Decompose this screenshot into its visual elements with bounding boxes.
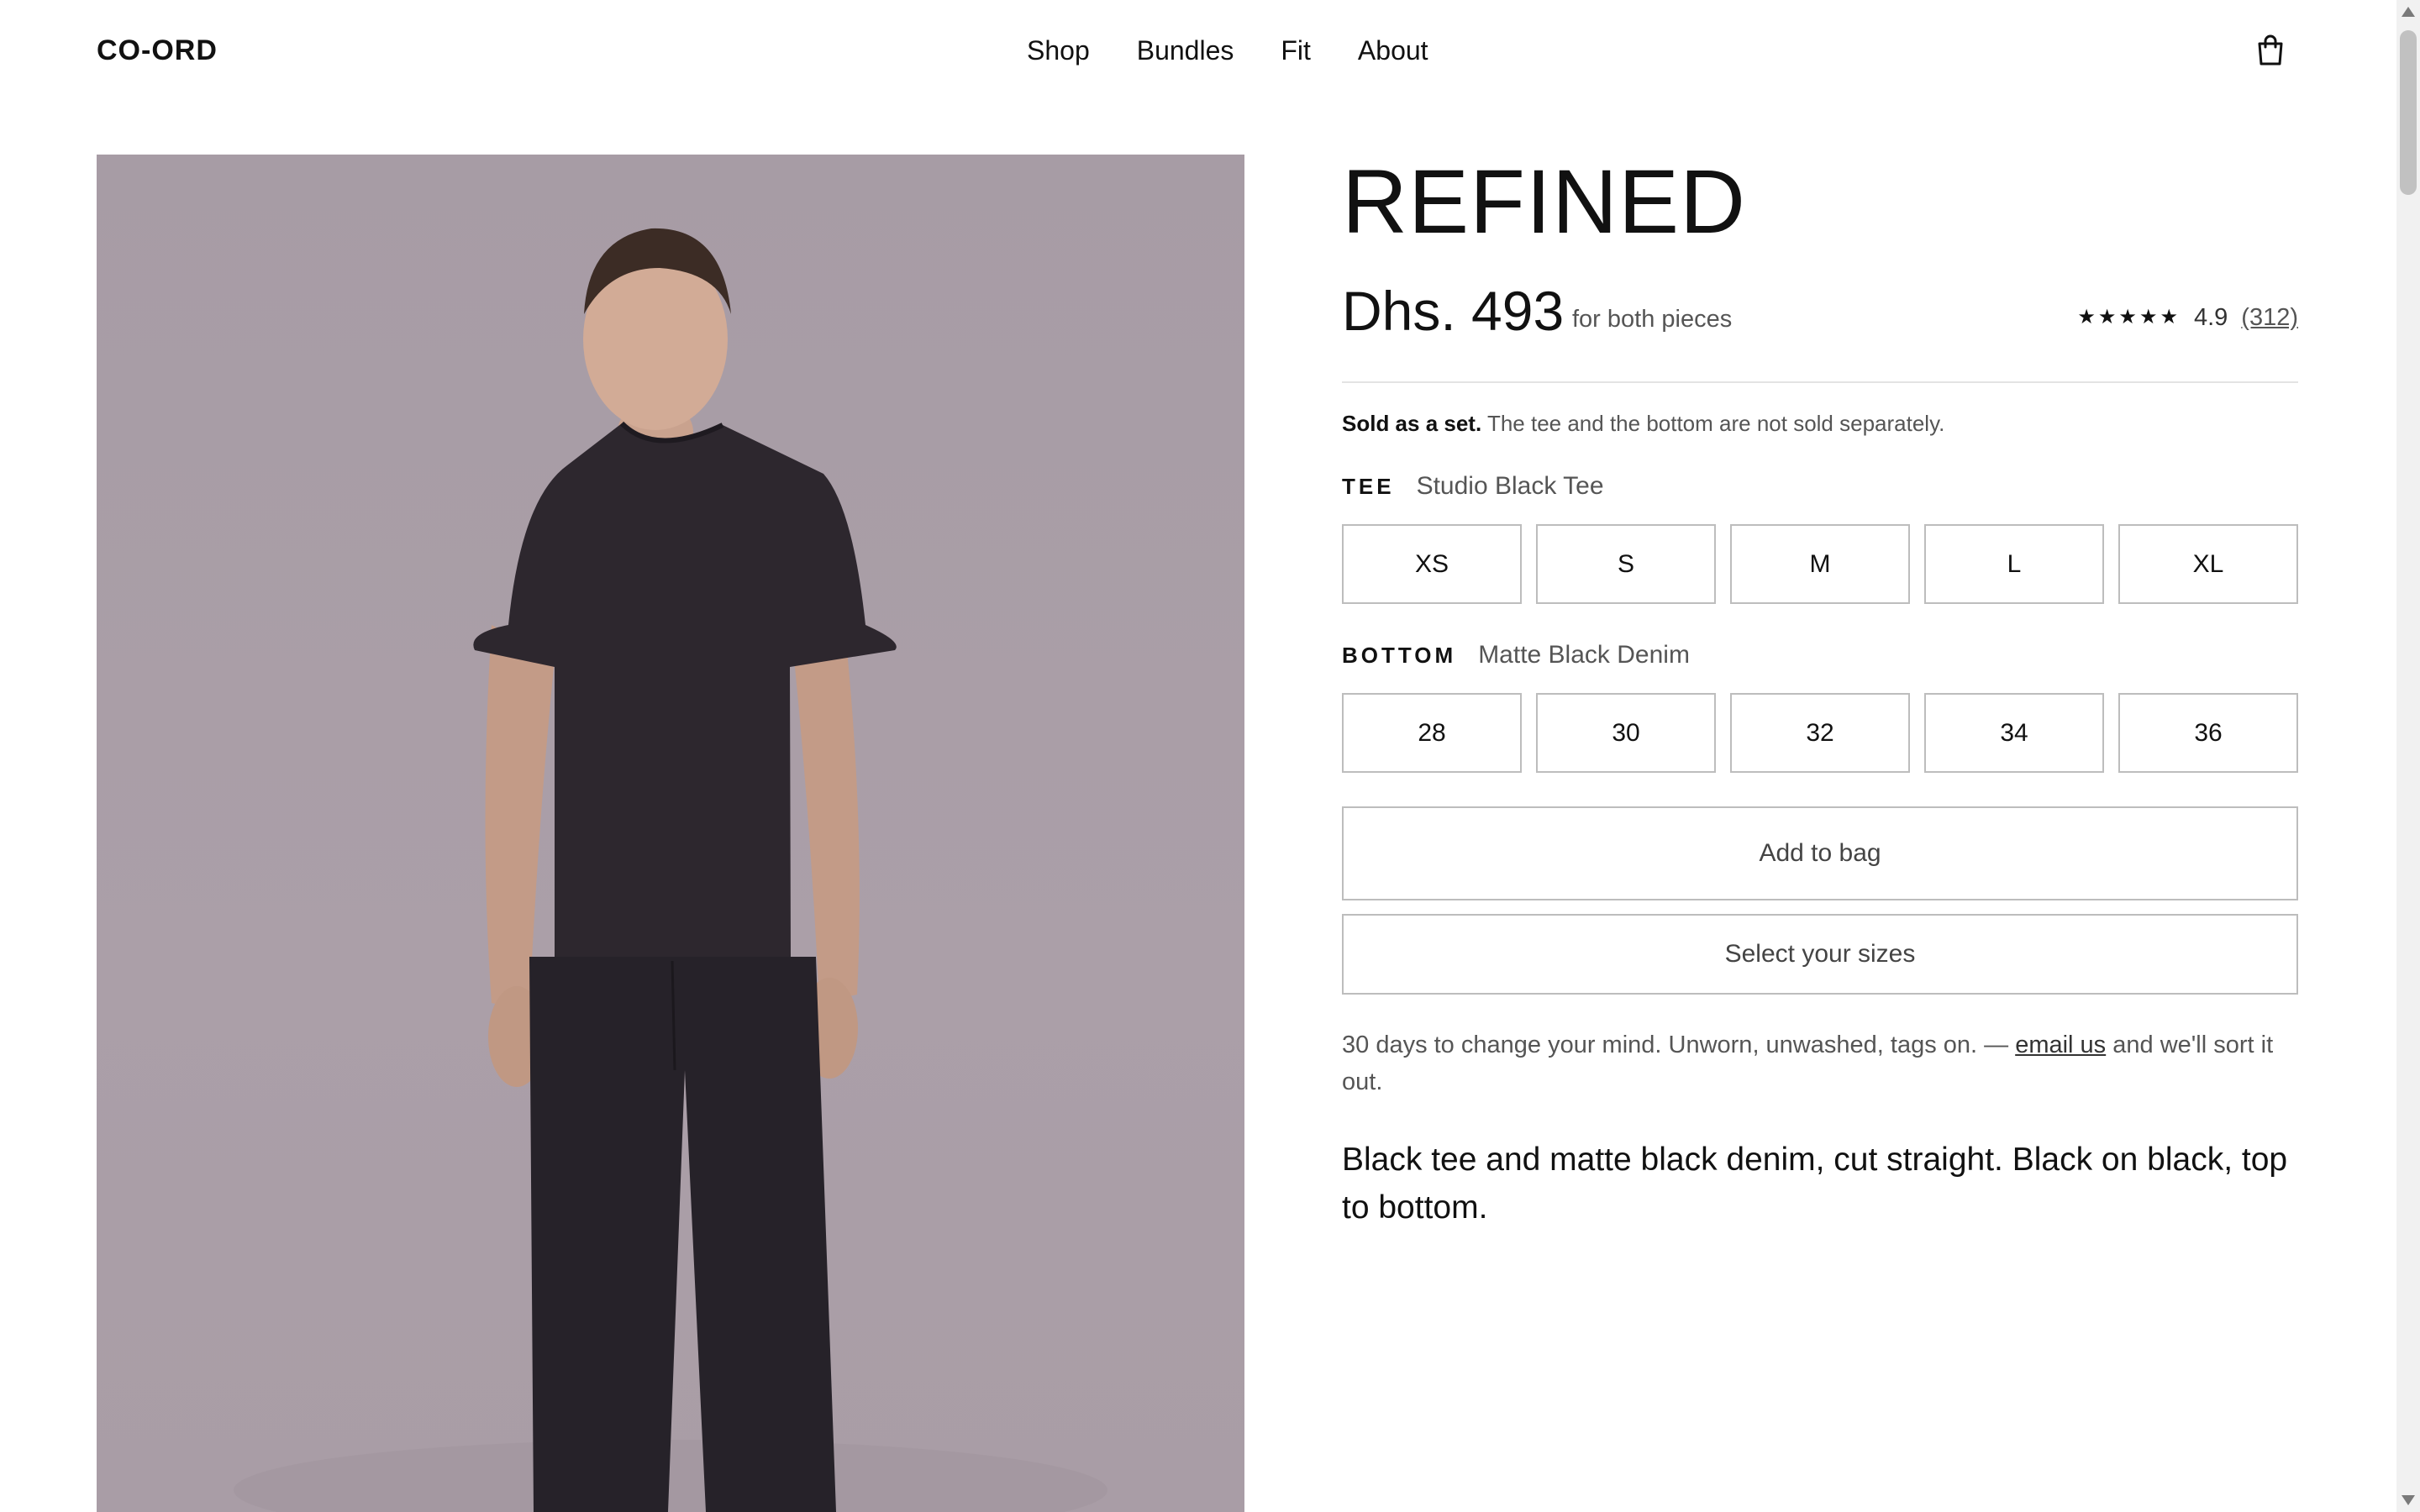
- rating: ★★★★★ 4.9 (312): [2077, 301, 2298, 334]
- bottom-size-32[interactable]: 32: [1730, 693, 1910, 773]
- divider: [1342, 381, 2298, 383]
- bottom-size-36[interactable]: 36: [2118, 693, 2298, 773]
- rating-value: 4.9: [2193, 304, 2228, 331]
- set-note: Sold as a set. The tee and the bottom ar…: [1342, 407, 2298, 440]
- tee-size-xl[interactable]: XL: [2118, 524, 2298, 604]
- scroll-thumb[interactable]: [2400, 30, 2417, 195]
- bottom-option-header: BOTTOM Matte Black Denim: [1342, 641, 2298, 669]
- bottom-label: BOTTOM: [1342, 643, 1457, 668]
- scroll-up-arrow-icon[interactable]: [2402, 7, 2415, 17]
- bottom-size-30[interactable]: 30: [1536, 693, 1716, 773]
- main-nav: Shop Bundles Fit About: [1027, 32, 1428, 69]
- review-count-link[interactable]: (312): [2241, 301, 2298, 334]
- bottom-size-34[interactable]: 34: [1924, 693, 2104, 773]
- tee-size-m[interactable]: M: [1730, 524, 1910, 604]
- product-image: [97, 155, 1244, 1512]
- scroll-down-arrow-icon[interactable]: [2402, 1495, 2415, 1505]
- nav-about[interactable]: About: [1358, 32, 1428, 69]
- tee-size-s[interactable]: S: [1536, 524, 1716, 604]
- bottom-size-28[interactable]: 28: [1342, 693, 1522, 773]
- add-to-bag-button[interactable]: Add to bag: [1342, 806, 2298, 900]
- tee-label: TEE: [1342, 474, 1395, 499]
- set-note-bold: Sold as a set.: [1342, 411, 1482, 436]
- scrollbar[interactable]: [2396, 0, 2420, 1512]
- tee-name: Studio Black Tee: [1416, 472, 1604, 500]
- site-logo[interactable]: CO-ORD: [97, 32, 218, 69]
- tee-option-header: TEE Studio Black Tee: [1342, 472, 2298, 501]
- product-info: REFINED Dhs. 493 for both pieces ★★★★★ 4…: [1342, 155, 2298, 1231]
- nav-bundles[interactable]: Bundles: [1137, 32, 1234, 69]
- star-rating-icon: ★★★★★: [2077, 306, 2181, 328]
- tee-size-selector: XS S M L XL: [1342, 524, 2298, 604]
- email-us-link[interactable]: email us: [2015, 1032, 2106, 1058]
- site-header: CO-ORD Shop Bundles Fit About: [0, 0, 2396, 101]
- nav-shop[interactable]: Shop: [1027, 32, 1090, 69]
- returns-text: 30 days to change your mind. Unworn, unw…: [1342, 1032, 2009, 1058]
- set-note-text: The tee and the bottom are not sold sepa…: [1486, 411, 1945, 436]
- bottom-size-selector: 28 30 32 34 36: [1342, 693, 2298, 773]
- product-description: Black tee and matte black denim, cut str…: [1342, 1142, 2288, 1226]
- product-price: Dhs. 493: [1342, 280, 1565, 342]
- price-note: for both pieces: [1572, 306, 1733, 333]
- tee-size-l[interactable]: L: [1924, 524, 2104, 604]
- price-row: Dhs. 493 for both pieces ★★★★★ 4.9 (312): [1342, 277, 2298, 353]
- product-title: REFINED: [1342, 150, 1747, 252]
- select-sizes-button[interactable]: Select your sizes: [1342, 914, 2298, 995]
- nav-fit[interactable]: Fit: [1281, 32, 1311, 69]
- model-figure: [234, 228, 1107, 1512]
- shopping-bag-icon[interactable]: [2252, 32, 2289, 69]
- returns-policy: 30 days to change your mind. Unworn, unw…: [1342, 1026, 2298, 1100]
- bottom-name: Matte Black Denim: [1478, 641, 1690, 669]
- tee-size-xs[interactable]: XS: [1342, 524, 1522, 604]
